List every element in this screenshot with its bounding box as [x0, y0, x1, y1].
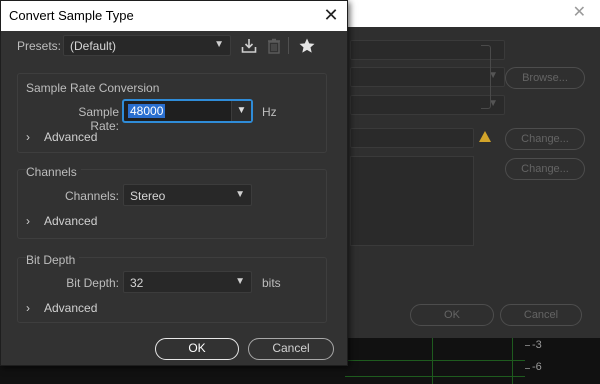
channels-section-title: Channels	[26, 165, 81, 179]
background-close-icon[interactable]: ✕	[573, 2, 586, 22]
bit-depth-unit: bits	[262, 276, 281, 290]
bit-depth-value: 32	[130, 276, 144, 290]
ruler-tick	[525, 345, 530, 346]
bit-depth-advanced-toggle[interactable]: › Advanced	[26, 301, 97, 315]
sample-rate-label: Sample Rate:	[78, 105, 119, 133]
sample-rate-value: 48000	[128, 104, 166, 118]
advanced-label: Advanced	[44, 130, 98, 144]
convert-sample-type-dialog: Convert Sample Type ✕ Presets: (Default)…	[0, 0, 348, 366]
sample-rate-combobox[interactable]: 48000 ▼	[123, 100, 252, 122]
background-cancel-button[interactable]: Cancel	[500, 304, 582, 326]
ruler-label: -6	[532, 361, 542, 373]
waveform-gridline	[345, 360, 525, 361]
change-button-1[interactable]: Change...	[505, 128, 585, 150]
dialog-titlebar: Convert Sample Type ✕	[1, 1, 347, 31]
waveform-gridline	[512, 338, 513, 384]
background-titlebar: ✕	[330, 0, 600, 27]
background-ok-button[interactable]: OK	[410, 304, 494, 326]
ruler-label: -3	[532, 339, 542, 351]
sample-rate-section-title: Sample Rate Conversion	[26, 81, 160, 95]
chevron-right-icon: ›	[26, 214, 30, 228]
chevron-down-icon[interactable]: ▼	[231, 101, 251, 121]
close-icon[interactable]: ✕	[319, 3, 343, 27]
delete-preset-icon[interactable]	[265, 37, 283, 55]
browse-button[interactable]: Browse...	[505, 67, 585, 89]
change-button-2[interactable]: Change...	[505, 158, 585, 180]
channels-advanced-toggle[interactable]: › Advanced	[26, 214, 97, 228]
chevron-right-icon: ›	[26, 301, 30, 315]
sample-rate-advanced-toggle[interactable]: › Advanced	[26, 130, 97, 144]
chevron-down-icon: ▼	[235, 189, 245, 200]
channels-dropdown[interactable]: Stereo ▼	[123, 184, 252, 206]
background-dialog: ✕ ▼ ▼ Browse... t Change... Change... OK…	[330, 0, 600, 338]
chevron-down-icon: ▼	[214, 39, 224, 50]
warning-icon	[479, 131, 491, 142]
background-list-area	[350, 156, 474, 246]
channels-value: Stereo	[130, 189, 166, 203]
waveform-gridline	[345, 376, 525, 377]
bit-depth-dropdown[interactable]: 32 ▼	[123, 271, 252, 293]
ok-button[interactable]: OK	[155, 338, 239, 360]
bit-depth-section-title: Bit Depth	[26, 253, 80, 267]
channels-label: Channels:	[64, 189, 119, 203]
dialog-title: Convert Sample Type	[9, 8, 134, 23]
advanced-label: Advanced	[44, 301, 98, 315]
presets-label: Presets:	[17, 39, 62, 53]
favorite-star-icon[interactable]	[298, 37, 316, 55]
bit-depth-label: Bit Depth:	[66, 276, 119, 290]
toolbar-separator	[288, 37, 289, 54]
advanced-label: Advanced	[44, 214, 98, 228]
sample-rate-unit: Hz	[262, 105, 277, 119]
presets-dropdown[interactable]: (Default) ▼	[63, 35, 231, 56]
background-path-field[interactable]	[350, 128, 474, 148]
chevron-down-icon: ▼	[235, 276, 245, 287]
background-bracket	[481, 45, 491, 109]
save-preset-icon[interactable]	[240, 37, 258, 55]
ruler-tick	[525, 368, 530, 369]
waveform-gridline	[432, 338, 433, 384]
chevron-right-icon: ›	[26, 130, 30, 144]
cancel-button[interactable]: Cancel	[248, 338, 334, 360]
presets-value: (Default)	[70, 39, 117, 53]
